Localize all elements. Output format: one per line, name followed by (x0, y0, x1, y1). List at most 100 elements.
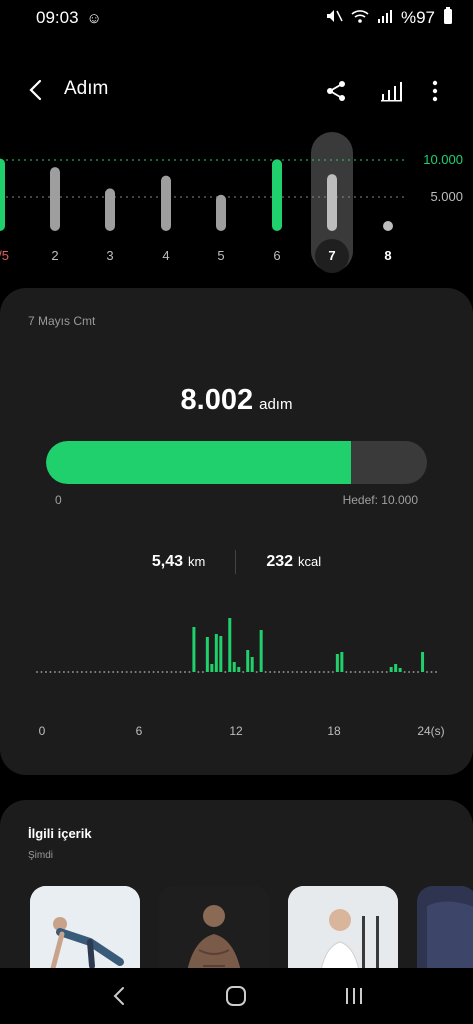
hour-tick-label: 24(s) (417, 724, 445, 738)
hourly-dot (381, 671, 384, 673)
hourly-dot (183, 671, 186, 673)
hourly-dot (291, 671, 294, 673)
more-vertical-icon (432, 80, 438, 102)
hourly-dot (179, 671, 182, 673)
mid-line-label: 5.000 (430, 189, 463, 204)
battery-icon (443, 6, 453, 30)
calories-value: 232 (266, 553, 294, 570)
hourly-dot (170, 671, 173, 673)
day-bar[interactable] (161, 175, 171, 231)
hour-tick-label: 18 (327, 724, 341, 738)
day-label[interactable]: 7 (317, 248, 347, 263)
nav-back-button[interactable] (99, 976, 139, 1016)
hourly-dot (296, 671, 299, 673)
calories-unit: kcal (298, 554, 322, 569)
status-bar: 09:03 ☺ %97 (0, 0, 473, 36)
goal-progress-bar (46, 441, 427, 484)
progress-min-label: 0 (55, 493, 62, 507)
day-label[interactable]: 8 (373, 248, 403, 263)
day-bar[interactable] (327, 174, 337, 231)
nav-back-icon (113, 987, 124, 1005)
hourly-bar (389, 667, 393, 672)
hourly-dot (313, 671, 316, 673)
hourly-dot (309, 671, 312, 673)
hourly-dot (287, 671, 290, 673)
hourly-dot (282, 671, 285, 673)
hourly-dot (44, 671, 47, 673)
hourly-dot (363, 671, 366, 673)
hourly-dot (148, 671, 151, 673)
hourly-dot (188, 671, 191, 673)
battery-text: %97 (400, 8, 435, 27)
day-bar[interactable] (383, 221, 393, 231)
hourly-bar (246, 650, 250, 672)
hourly-dot (358, 671, 361, 673)
hourly-dot (426, 671, 429, 673)
day-label[interactable]: 5/5 (0, 248, 15, 263)
hourly-dot (278, 671, 281, 673)
day-label[interactable]: 6 (262, 248, 292, 263)
day-bar[interactable] (216, 194, 226, 231)
hourly-dot (224, 671, 227, 673)
hourly-dot (166, 671, 169, 673)
nav-home-button[interactable] (216, 976, 256, 1016)
stats-row: 5,43 km 232 kcal (0, 550, 473, 574)
day-bar[interactable] (272, 159, 282, 231)
share-button[interactable] (321, 76, 351, 106)
hourly-dot (417, 671, 420, 673)
day-label[interactable]: 3 (95, 248, 125, 263)
hourly-dot (318, 671, 321, 673)
hourly-dot (435, 671, 437, 673)
distance-value: 5,43 (151, 553, 183, 570)
goal-progress-fill (46, 441, 351, 484)
hourly-bar (394, 664, 398, 672)
hour-tick-label: 12 (229, 724, 243, 738)
nav-recents-icon (346, 988, 363, 1004)
hourly-chart-svg (36, 594, 437, 673)
hourly-dot (354, 671, 357, 673)
wifi-icon (351, 8, 369, 29)
hourly-dot (143, 671, 146, 673)
stats-divider (235, 550, 237, 574)
day-label[interactable]: 5 (206, 248, 236, 263)
day-label[interactable]: 2 (40, 248, 70, 263)
hourly-dot (36, 671, 38, 673)
hourly-bar (205, 637, 209, 672)
hourly-dot (134, 671, 137, 673)
hourly-dot (300, 671, 303, 673)
hourly-dot (322, 671, 325, 673)
related-title: İlgili içerik (28, 826, 92, 841)
nav-home-icon (226, 986, 247, 1006)
hourly-dot (58, 671, 61, 673)
hourly-dot (152, 671, 155, 673)
nav-recents-button[interactable] (334, 976, 374, 1016)
back-button[interactable] (22, 76, 50, 104)
more-options-button[interactable] (420, 76, 450, 106)
hourly-dot (71, 671, 74, 673)
mute-icon (325, 8, 343, 29)
hourly-dot (331, 671, 334, 673)
hourly-dot (430, 671, 433, 673)
hourly-dot (40, 671, 43, 673)
hourly-bar (232, 662, 236, 672)
step-count: 8.002 adım (0, 384, 473, 417)
hourly-dot (197, 671, 200, 673)
day-bar[interactable] (0, 158, 5, 231)
hourly-bar (228, 594, 232, 672)
hourly-bar (214, 634, 218, 672)
hourly-dot (125, 671, 128, 673)
chart-view-button[interactable] (376, 76, 406, 106)
day-label[interactable]: 4 (151, 248, 181, 263)
daily-summary-card: 7 Mayıs Cmt 8.002 adım 0 Hedef: 10.000 5,… (0, 288, 473, 775)
day-bar[interactable] (50, 167, 60, 231)
hourly-dot (157, 671, 160, 673)
day-bar[interactable] (105, 188, 115, 231)
hourly-dot (367, 671, 370, 673)
hourly-dot (139, 671, 142, 673)
hourly-dot (273, 671, 276, 673)
hourly-dot (76, 671, 79, 673)
related-subtitle: Şimdi (28, 850, 54, 861)
hourly-dot (385, 671, 388, 673)
step-count-value: 8.002 (180, 384, 254, 416)
hourly-dot (412, 671, 415, 673)
